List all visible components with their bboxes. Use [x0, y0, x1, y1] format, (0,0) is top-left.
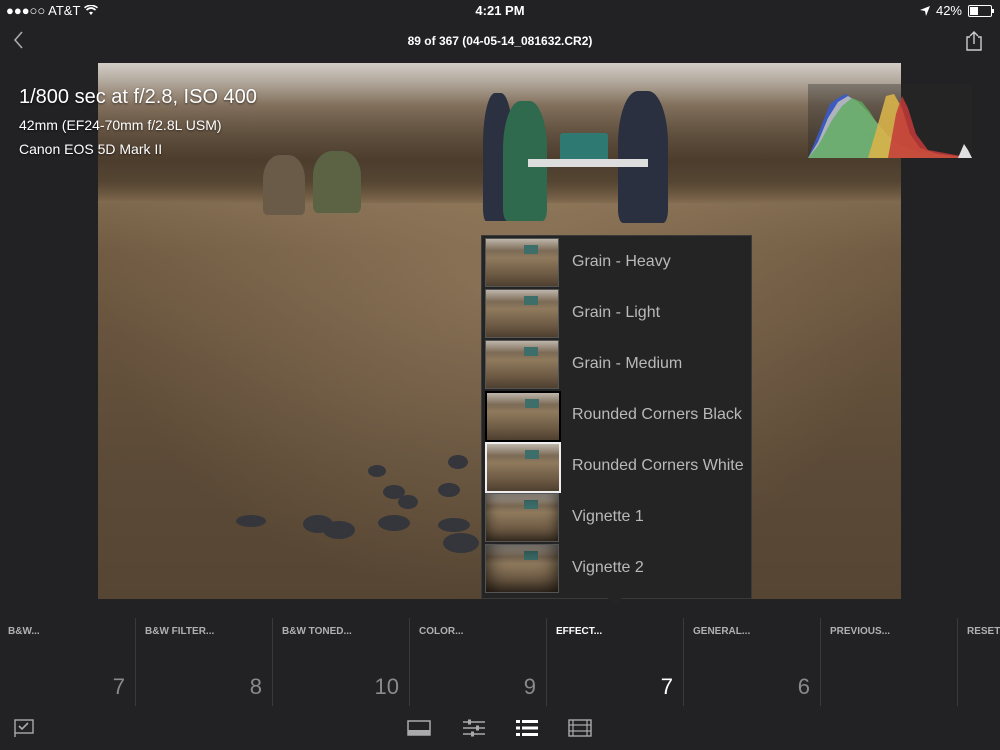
exif-overlay: 1/800 sec at f/2.8, ISO 400 42mm (EF24-7…	[19, 86, 257, 165]
preset-thumbnail	[485, 493, 559, 542]
category-label: RESET...	[967, 626, 1000, 637]
category-label: B&W TONED...	[282, 626, 352, 637]
preset-item[interactable]: Rounded Corners White	[482, 440, 751, 493]
pebble	[438, 483, 460, 497]
category-count: 6	[797, 674, 810, 699]
adjust-sliders-icon	[463, 719, 485, 737]
pebble	[236, 515, 266, 527]
category-label: PREVIOUS...	[830, 626, 891, 637]
category-bw-toned[interactable]: B&W TONED... 10	[274, 618, 410, 706]
preset-label: Grain - Medium	[572, 355, 683, 372]
category-bw-filter[interactable]: B&W FILTER... 8	[137, 618, 273, 706]
preset-thumbnail	[485, 544, 559, 593]
table	[528, 159, 648, 167]
category-reset[interactable]: RESET...	[959, 618, 1000, 706]
exif-camera: Canon EOS 5D Mark II	[19, 141, 163, 157]
preset-item[interactable]: Rounded Corners Black	[482, 389, 751, 442]
category-count: 7	[112, 674, 125, 699]
popover-caret	[607, 597, 623, 605]
nav-bar: 89 of 367 (04-05-14_081632.CR2)	[0, 22, 1000, 62]
status-time: 4:21 PM	[475, 3, 525, 18]
presets-popover: Grain - Heavy Grain - Light Grain - Medi…	[481, 235, 752, 599]
flag-button[interactable]	[13, 718, 37, 738]
preset-thumbnail	[485, 289, 559, 338]
category-label: B&W...	[8, 626, 40, 637]
status-bar: ●●●○○ AT&T 4:21 PM 42%	[0, 0, 1000, 22]
bottom-toolbar	[0, 706, 1000, 750]
share-icon	[966, 31, 982, 51]
preset-label: Vignette 2	[572, 559, 644, 576]
category-effect[interactable]: EFFECT... 7	[548, 618, 684, 706]
flag-icon	[14, 719, 34, 737]
preset-item[interactable]: Vignette 2	[482, 542, 751, 593]
preset-thumbnail	[485, 238, 559, 287]
adjust-button[interactable]	[462, 718, 486, 738]
preset-label: Vignette 1	[572, 508, 644, 525]
exif-lens: 42mm (EF24-70mm f/2.8L USM)	[19, 117, 222, 133]
presets-list-icon	[516, 720, 538, 736]
photo-title: 89 of 367 (04-05-14_081632.CR2)	[407, 34, 593, 48]
category-previous[interactable]: PREVIOUS...	[822, 618, 958, 706]
preset-thumbnail	[485, 340, 559, 389]
pebble	[323, 521, 355, 539]
preset-thumbnail	[485, 442, 561, 493]
category-count: 8	[249, 674, 262, 699]
category-bw[interactable]: B&W... 7	[0, 618, 136, 706]
preset-item[interactable]: Grain - Light	[482, 287, 751, 338]
category-color[interactable]: COLOR... 9	[411, 618, 547, 706]
preset-item[interactable]: Grain - Heavy	[482, 236, 751, 287]
preset-label: Grain - Light	[572, 304, 661, 321]
person-figure	[313, 151, 361, 213]
category-label: B&W FILTER...	[145, 626, 215, 637]
pebble	[448, 455, 468, 469]
category-general[interactable]: GENERAL... 6	[685, 618, 821, 706]
share-button[interactable]	[964, 30, 986, 52]
presets-button[interactable]	[515, 718, 539, 738]
category-count: 10	[374, 674, 399, 699]
pebble	[378, 515, 410, 531]
battery-icon	[968, 4, 994, 17]
battery-percent: 42%	[935, 3, 962, 18]
category-count: 7	[660, 674, 673, 699]
preset-thumbnail	[485, 391, 561, 442]
category-label: COLOR...	[419, 626, 464, 637]
person-figure	[263, 155, 305, 215]
preset-item[interactable]: Vignette 1	[482, 491, 751, 542]
pebble	[438, 518, 470, 532]
pebble	[443, 533, 479, 553]
category-label: EFFECT...	[556, 626, 603, 637]
person-figure	[618, 91, 668, 223]
filmstrip-grid-icon	[568, 719, 592, 737]
pebble	[398, 495, 418, 509]
crop-icon	[407, 720, 431, 736]
pebble	[368, 465, 386, 477]
exif-exposure: 1/800 sec at f/2.8, ISO 400	[19, 86, 257, 108]
histogram	[808, 84, 972, 158]
filmstrip-button[interactable]	[568, 718, 592, 738]
preset-label: Grain - Heavy	[572, 253, 671, 270]
preset-label: Rounded Corners Black	[572, 406, 742, 423]
preset-label: Rounded Corners White	[572, 457, 744, 474]
status-right: 42%	[919, 3, 994, 18]
preset-category-bar: B&W... 7 B&W FILTER... 8 B&W TONED... 10…	[0, 618, 1000, 706]
category-count: 9	[523, 674, 536, 699]
category-label: GENERAL...	[693, 626, 751, 637]
crop-button[interactable]	[407, 718, 431, 738]
preset-item[interactable]: Grain - Medium	[482, 338, 751, 389]
location-arrow-icon	[919, 5, 930, 16]
